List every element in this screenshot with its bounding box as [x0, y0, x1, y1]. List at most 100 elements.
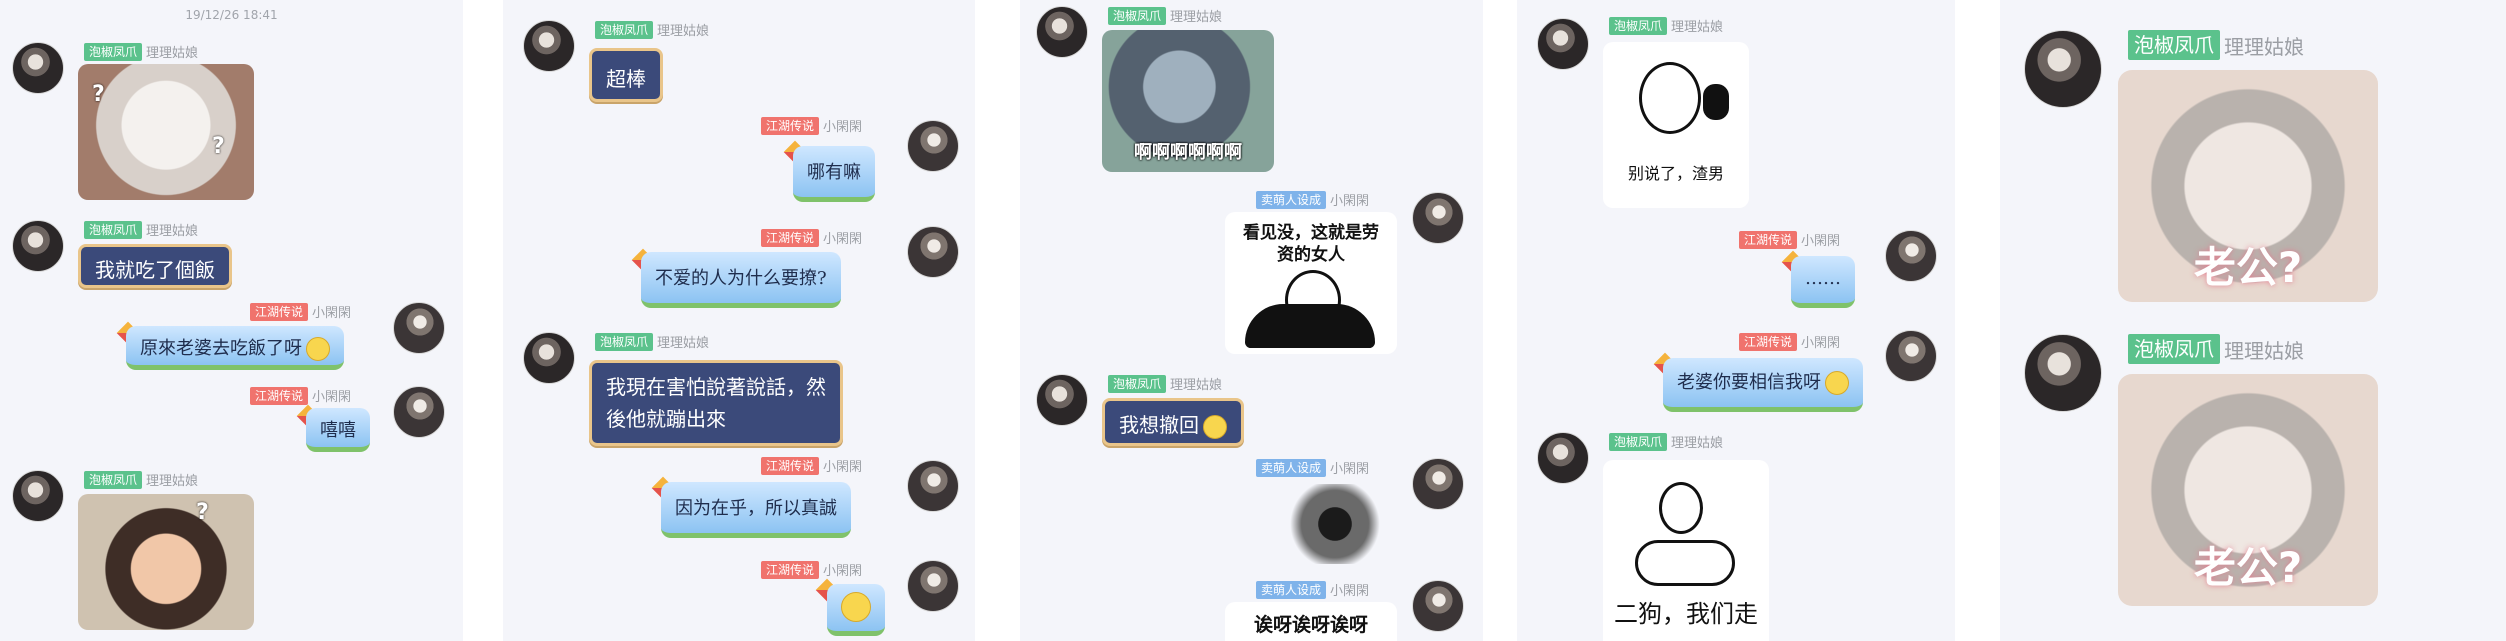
- laugh-emoji-icon: [1825, 371, 1849, 395]
- sticker-image-text[interactable]: 诶呀诶呀诶呀: [1225, 602, 1397, 641]
- message-bubble[interactable]: 嘻嘻: [306, 408, 370, 452]
- cat-body: [1635, 540, 1735, 586]
- message-bubble[interactable]: 我想撤回: [1102, 398, 1244, 446]
- avatar[interactable]: [1537, 432, 1589, 484]
- question-mark-icon: ?: [196, 500, 209, 525]
- sender-name: 理理姑娘: [2224, 34, 2304, 59]
- message-bubble[interactable]: 原來老婆去吃飯了呀: [126, 326, 344, 370]
- sticker-caption: 别说了，渣男: [1627, 164, 1724, 183]
- avatar[interactable]: [1537, 18, 1589, 70]
- sender-name: 理理姑娘: [1671, 20, 1724, 35]
- avatar[interactable]: [393, 386, 445, 438]
- sender-meta: 江湖传说 小閑閑: [1739, 332, 1840, 351]
- sender-tag: 泡椒凤爪: [84, 42, 143, 61]
- avatar[interactable]: [1885, 230, 1937, 282]
- sender-meta: 江湖传说 小閑閑: [761, 456, 862, 475]
- sender-tag: 泡椒凤爪: [84, 220, 143, 239]
- sticker-image-panda[interactable]: 看见没，这就是劳 资的女人: [1225, 212, 1397, 354]
- sender-tag: 泡椒凤爪: [2128, 30, 2220, 60]
- avatar[interactable]: [523, 332, 575, 384]
- avatar[interactable]: [2024, 334, 2102, 412]
- sender-name: 理理姑娘: [1170, 10, 1223, 25]
- sender-name: 小閑閑: [823, 564, 863, 579]
- sticker-image-girl[interactable]: ?: [78, 494, 254, 630]
- message-bubble[interactable]: 哪有嘛: [793, 146, 875, 202]
- avatar[interactable]: [907, 460, 959, 512]
- message-bubble[interactable]: 我就吃了個飯: [78, 244, 232, 288]
- sticker-image-tom[interactable]: 啊啊啊啊啊啊: [1102, 30, 1274, 172]
- sender-meta: 江湖传说 小閑閑: [761, 116, 862, 135]
- sender-tag: 泡椒凤爪: [2128, 334, 2220, 364]
- sticker-caption-line: 资的女人: [1277, 245, 1345, 265]
- avatar[interactable]: [907, 226, 959, 278]
- message-bubble[interactable]: 因为在乎，所以真誠: [661, 482, 851, 538]
- sender-meta: 泡椒凤爪 理理姑娘: [2128, 30, 2304, 60]
- avatar[interactable]: [1412, 580, 1464, 632]
- message-bubble[interactable]: 我現在害怕說著說話，然 後他就蹦出來: [589, 360, 843, 446]
- sender-name: 小閑閑: [1330, 584, 1370, 599]
- message-text: 老婆你要相信我呀: [1677, 372, 1821, 393]
- message-bubble[interactable]: [827, 584, 885, 636]
- sender-tag: 泡椒凤爪: [1108, 6, 1167, 25]
- sender-name: 理理姑娘: [146, 46, 199, 61]
- sticker-image-bunny[interactable]: 二狗，我们走: [1603, 460, 1769, 641]
- sticker-image-blur[interactable]: [1272, 484, 1398, 564]
- avatar[interactable]: [523, 20, 575, 72]
- avatar[interactable]: [2024, 30, 2102, 108]
- smile-emoji-icon: [306, 337, 330, 361]
- sender-meta: 江湖传说 小閑閑: [1739, 230, 1840, 249]
- avatar[interactable]: [393, 302, 445, 354]
- message-bubble[interactable]: 老婆你要相信我呀: [1663, 358, 1863, 412]
- message-bubble[interactable]: ……: [1791, 256, 1855, 308]
- avatar[interactable]: [1885, 330, 1937, 382]
- sender-name: 理理姑娘: [2224, 338, 2304, 363]
- sender-name: 小閑閑: [1801, 234, 1841, 249]
- smile-emoji-icon: [841, 592, 871, 622]
- avatar[interactable]: [1412, 458, 1464, 510]
- message-bubble[interactable]: 不爱的人为什么要撩?: [641, 252, 841, 308]
- message-bubble[interactable]: 超棒: [589, 48, 663, 102]
- avatar[interactable]: [12, 470, 64, 522]
- avatar[interactable]: [1412, 192, 1464, 244]
- avatar[interactable]: [907, 560, 959, 612]
- sender-meta: 卖萌人设成 小閑閑: [1256, 190, 1369, 209]
- sender-name: 理理姑娘: [146, 224, 199, 239]
- message-text-line: 我現在害怕說著說話，然: [606, 375, 826, 399]
- sender-tag: 江湖传说: [761, 116, 820, 135]
- chat-panel-2: 泡椒凤爪 理理姑娘 超棒 江湖传说 小閑閑 哪有嘛 江湖传说 小閑閑 不爱的人为…: [503, 0, 975, 641]
- sender-meta: 江湖传说 小閑閑: [761, 560, 862, 579]
- sender-meta: 泡椒凤爪 理理姑娘: [2128, 334, 2304, 364]
- sender-meta: 泡椒凤爪 理理姑娘: [84, 42, 198, 61]
- message-text: 原來老婆去吃飯了呀: [140, 338, 302, 359]
- sender-tag: 泡椒凤爪: [84, 470, 143, 489]
- bunny-face-icon: [1659, 482, 1703, 534]
- sticker-caption: 二狗，我们走: [1614, 600, 1758, 628]
- sender-tag: 江湖传说: [761, 560, 820, 579]
- avatar[interactable]: [1036, 6, 1088, 58]
- sender-tag: 江湖传说: [1739, 230, 1798, 249]
- sticker-image-cat[interactable]: ? ?: [78, 64, 254, 200]
- panda-hand: [1703, 84, 1729, 120]
- avatar[interactable]: [1036, 374, 1088, 426]
- question-mark-icon: ?: [212, 134, 225, 159]
- sender-meta: 卖萌人设成 小閑閑: [1256, 458, 1369, 477]
- sender-name: 小閑閑: [823, 232, 863, 247]
- sticker-image-cat[interactable]: 老公?: [2118, 70, 2378, 302]
- chat-panel-1: 19/12/26 18:41 泡椒凤爪 理理姑娘 ? ? 泡椒凤爪 理理姑娘 我…: [0, 0, 463, 641]
- sender-tag: 江湖传说: [250, 386, 309, 405]
- sender-name: 小閑閑: [823, 460, 863, 475]
- sticker-image-panda[interactable]: 别说了，渣男: [1603, 42, 1749, 208]
- sender-name: 小閑閑: [823, 120, 863, 135]
- sender-tag: 泡椒凤爪: [595, 332, 654, 351]
- sender-tag: 卖萌人设成: [1256, 190, 1327, 209]
- avatar[interactable]: [12, 42, 64, 94]
- sticker-caption: 老公?: [2193, 243, 2303, 292]
- avatar[interactable]: [907, 120, 959, 172]
- sender-tag: 卖萌人设成: [1256, 580, 1327, 599]
- sender-name: 小閑閑: [1330, 462, 1370, 477]
- sticker-image-cat[interactable]: 老公?: [2118, 374, 2378, 606]
- sender-meta: 泡椒凤爪 理理姑娘: [84, 470, 198, 489]
- sender-meta: 泡椒凤爪 理理姑娘: [1609, 16, 1723, 35]
- message-text-line: 後他就蹦出來: [606, 407, 726, 431]
- avatar[interactable]: [12, 220, 64, 272]
